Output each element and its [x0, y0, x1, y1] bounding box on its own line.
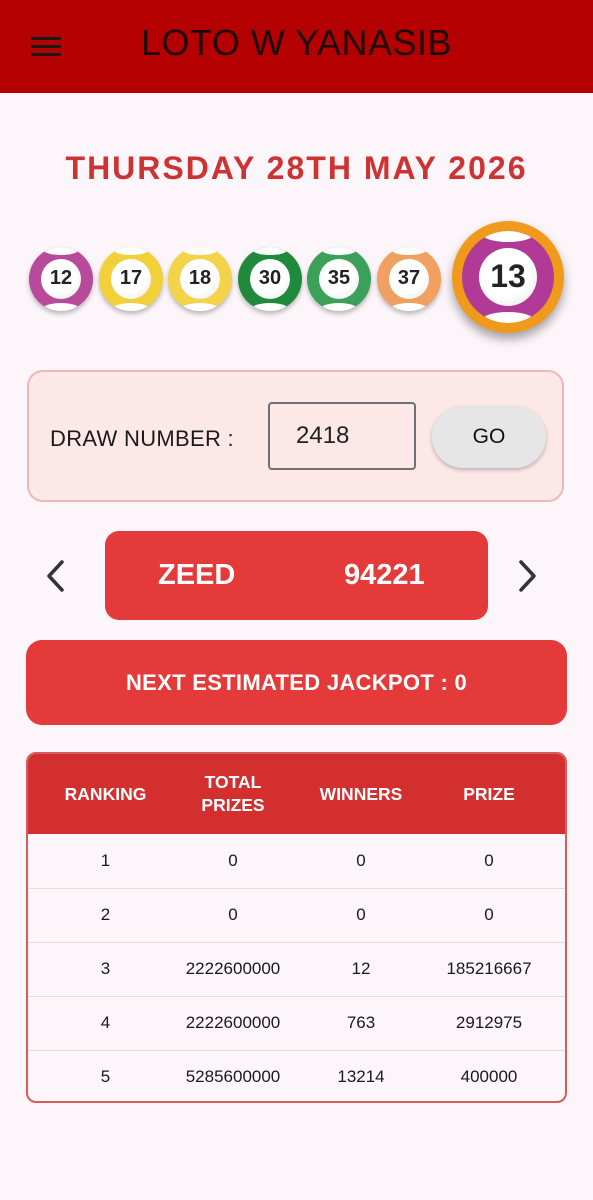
ball-number: 12: [40, 258, 82, 300]
lotto-ball: 17: [99, 247, 163, 311]
table-cell: 2222600000: [185, 959, 281, 978]
table-cell: 13214: [337, 1067, 385, 1086]
ball-number: 35: [318, 258, 360, 300]
draw-number-panel: DRAW NUMBER : GO: [27, 370, 564, 502]
ball-number: 30: [249, 258, 291, 300]
draw-number-input[interactable]: [268, 402, 416, 470]
chevron-left-icon[interactable]: [37, 556, 77, 596]
app-title: LOTO W YANASIB: [140, 22, 453, 63]
table-cell: 4: [100, 1013, 111, 1032]
column-header: WINNERS: [319, 783, 403, 804]
column-header: PRIZE: [463, 783, 515, 804]
table-header: RANKING TOTAL PRIZES WINNERS PRIZE: [28, 754, 565, 834]
table-cell: 2: [100, 905, 111, 924]
table-cell: 763: [346, 1013, 376, 1032]
lotto-ball: 37: [377, 247, 441, 311]
lotto-ball: 18: [168, 247, 232, 311]
zeed-card: ZEED 94221: [105, 531, 488, 620]
next-jackpot-banner: NEXT ESTIMATED JACKPOT : 0: [26, 640, 567, 725]
table-cell: 5: [100, 1067, 111, 1086]
table-cell: 0: [484, 851, 494, 870]
table-cell: 0: [484, 905, 494, 924]
draw-number-label: DRAW NUMBER :: [50, 426, 234, 451]
lotto-ball: 30: [238, 247, 302, 311]
table-cell: 185216667: [446, 959, 532, 978]
ball-number: 37: [388, 258, 430, 300]
zeed-label: ZEED: [158, 559, 236, 591]
prize-table: RANKING TOTAL PRIZES WINNERS PRIZE 1 0 0…: [26, 752, 567, 1103]
draw-date: THURSDAY 28TH MAY 2026: [65, 150, 528, 186]
table-row: 2 0 0 0: [28, 888, 565, 943]
table-cell: 0: [356, 905, 366, 924]
table-cell: 400000: [460, 1067, 518, 1086]
lotto-ball: 12: [29, 247, 93, 311]
column-header: RANKING: [64, 783, 147, 804]
table-cell: 2222600000: [185, 1013, 281, 1032]
table-cell: 3: [100, 959, 111, 978]
table-cell: 1: [100, 851, 111, 870]
table-row: 5 5285600000 13214 400000: [28, 1050, 565, 1101]
table-cell: 0: [228, 905, 238, 924]
ball-number: 17: [110, 258, 152, 300]
go-button[interactable]: GO: [432, 406, 546, 468]
app-bar: LOTO W YANASIB: [0, 0, 593, 93]
table-cell: 12: [351, 959, 371, 978]
table-cell: 5285600000: [185, 1067, 281, 1086]
bonus-ball: 13: [462, 231, 554, 323]
table-cell: 0: [228, 851, 238, 870]
lotto-ball: 35: [307, 247, 371, 311]
zeed-value: 94221: [344, 559, 425, 591]
chevron-right-icon[interactable]: [507, 556, 547, 596]
column-header: TOTAL PRIZES: [201, 772, 265, 815]
bonus-ball-number: 13: [478, 247, 538, 307]
table-row: 1 0 0 0: [28, 834, 565, 889]
table-row: 3 2222600000 12 185216667: [28, 942, 565, 997]
table-cell: 0: [356, 851, 366, 870]
table-cell: 2912975: [455, 1013, 523, 1032]
ball-number: 18: [179, 258, 221, 300]
table-row: 4 2222600000 763 2912975: [28, 996, 565, 1051]
